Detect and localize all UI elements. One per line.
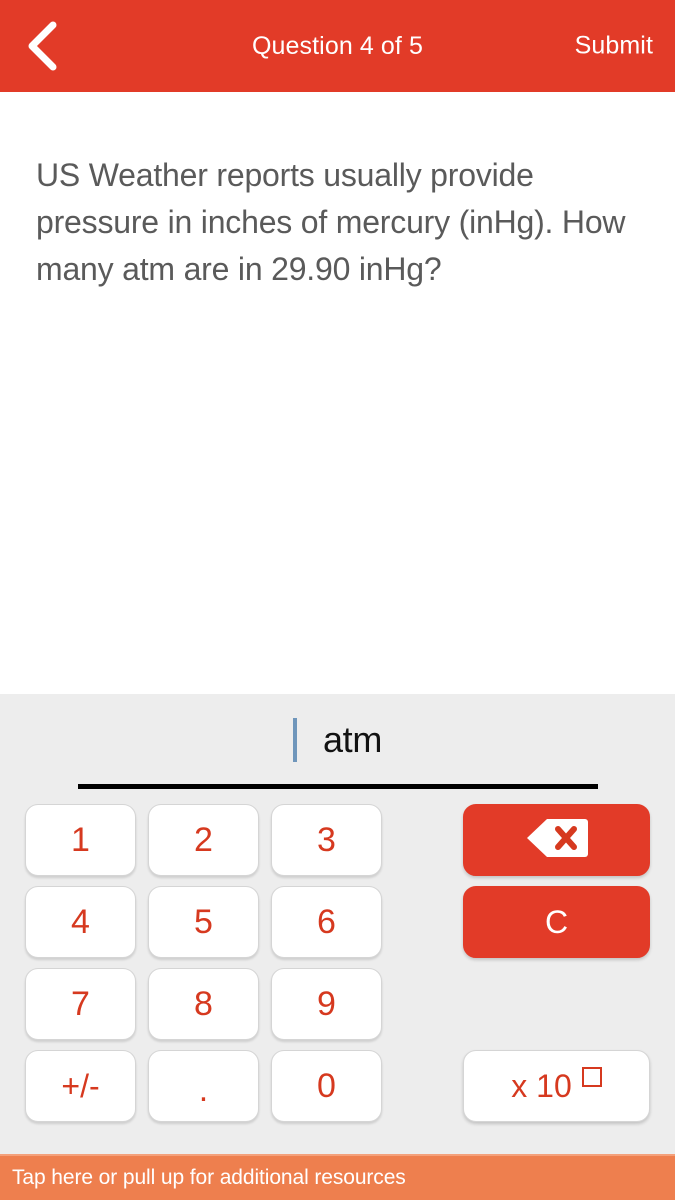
key-4[interactable]: 4 (25, 886, 136, 958)
digit-group: 4 5 6 (25, 886, 382, 958)
keypad: 1 2 3 4 5 6 C 7 8 9 +/- . 0 x 10 (0, 804, 675, 1122)
times-ten-text: x 10 (511, 1067, 572, 1104)
keypad-row: 4 5 6 C (25, 886, 650, 958)
exponent-placeholder-icon (581, 1067, 602, 1087)
answer-input[interactable]: atm (0, 694, 675, 772)
clear-label: C (544, 904, 569, 940)
question-area: US Weather reports usually provide press… (0, 92, 675, 694)
key-2[interactable]: 2 (148, 804, 259, 876)
keypad-row: 1 2 3 (25, 804, 650, 876)
key-3[interactable]: 3 (271, 804, 382, 876)
submit-button[interactable]: Submit (575, 32, 653, 61)
digit-group: 1 2 3 (25, 804, 382, 876)
answer-underline (78, 784, 598, 789)
key-1[interactable]: 1 (25, 804, 136, 876)
app-header: Question 4 of 5 Submit (0, 0, 675, 92)
resources-bar-label: Tap here or pull up for additional resou… (12, 1166, 406, 1189)
key-plus-minus[interactable]: +/- (25, 1050, 136, 1122)
key-decimal-point[interactable]: . (148, 1050, 259, 1122)
key-0[interactable]: 0 (271, 1050, 382, 1122)
question-text: US Weather reports usually provide press… (36, 157, 626, 287)
key-5[interactable]: 5 (148, 886, 259, 958)
backspace-icon (525, 817, 589, 864)
text-cursor-icon (292, 718, 297, 762)
backspace-button[interactable] (463, 804, 650, 876)
scientific-notation-button[interactable]: x 10 (463, 1050, 650, 1122)
keypad-row: +/- . 0 x 10 (25, 1050, 650, 1122)
key-6[interactable]: 6 (271, 886, 382, 958)
resources-bar[interactable]: Tap here or pull up for additional resou… (0, 1154, 675, 1200)
answer-keypad-panel: atm 1 2 3 4 5 6 C 7 8 9 +/- . 0 x 10 (0, 694, 675, 1154)
quiz-screen: Question 4 of 5 Submit US Weather report… (0, 0, 675, 1200)
key-8[interactable]: 8 (148, 968, 259, 1040)
scientific-notation-label: x 10 (511, 1067, 602, 1105)
key-7[interactable]: 7 (25, 968, 136, 1040)
digit-group: 7 8 9 (25, 968, 382, 1040)
clear-button[interactable]: C (463, 886, 650, 958)
keypad-row: 7 8 9 (25, 968, 650, 1040)
key-9[interactable]: 9 (271, 968, 382, 1040)
digit-group: +/- . 0 (25, 1050, 382, 1122)
answer-unit-label: atm (322, 719, 383, 760)
